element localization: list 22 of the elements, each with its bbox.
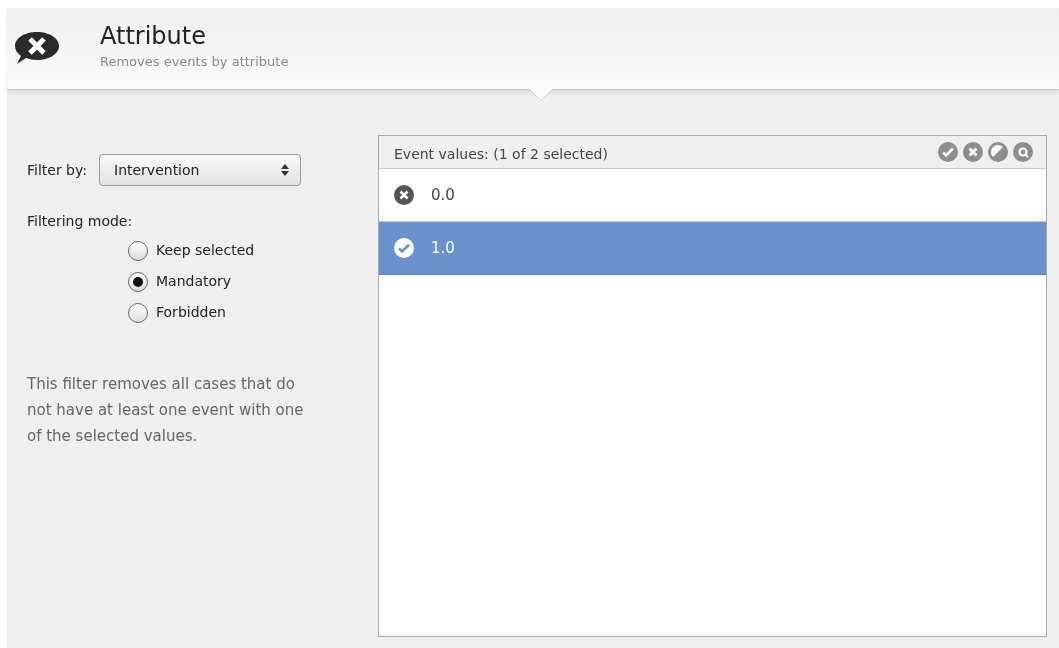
filtering-mode-label: Filtering mode: bbox=[27, 212, 134, 231]
deselect-all-icon[interactable] bbox=[963, 142, 983, 162]
radio-option[interactable]: Keep selected bbox=[128, 240, 378, 261]
value-label: 0.0 bbox=[431, 184, 455, 206]
event-values-title: Event values: (1 of 2 selected) bbox=[394, 144, 608, 164]
check-icon bbox=[394, 238, 414, 258]
invert-selection-icon[interactable] bbox=[988, 142, 1008, 162]
search-icon[interactable] bbox=[1013, 142, 1033, 162]
radio-button[interactable] bbox=[128, 302, 148, 323]
value-label: 1.0 bbox=[431, 237, 455, 259]
filter-subtitle: Removes events by attribute bbox=[100, 53, 289, 71]
cross-icon bbox=[394, 185, 414, 205]
filter-description: This filter removes all cases that do not have at least one event with one of the selected values. bbox=[27, 374, 305, 447]
radio-button[interactable] bbox=[128, 240, 148, 261]
radio-button[interactable] bbox=[128, 271, 148, 292]
filter-by-label: Filter by: bbox=[27, 160, 87, 180]
filter-title: Attribute bbox=[100, 22, 207, 50]
radio-option[interactable]: Forbidden bbox=[128, 302, 378, 323]
filter-by-dropdown[interactable]: Intervention bbox=[99, 154, 301, 186]
select-all-icon[interactable] bbox=[938, 142, 958, 162]
updown-caret-icon bbox=[280, 163, 290, 177]
radio-option[interactable]: Mandatory bbox=[128, 271, 378, 292]
